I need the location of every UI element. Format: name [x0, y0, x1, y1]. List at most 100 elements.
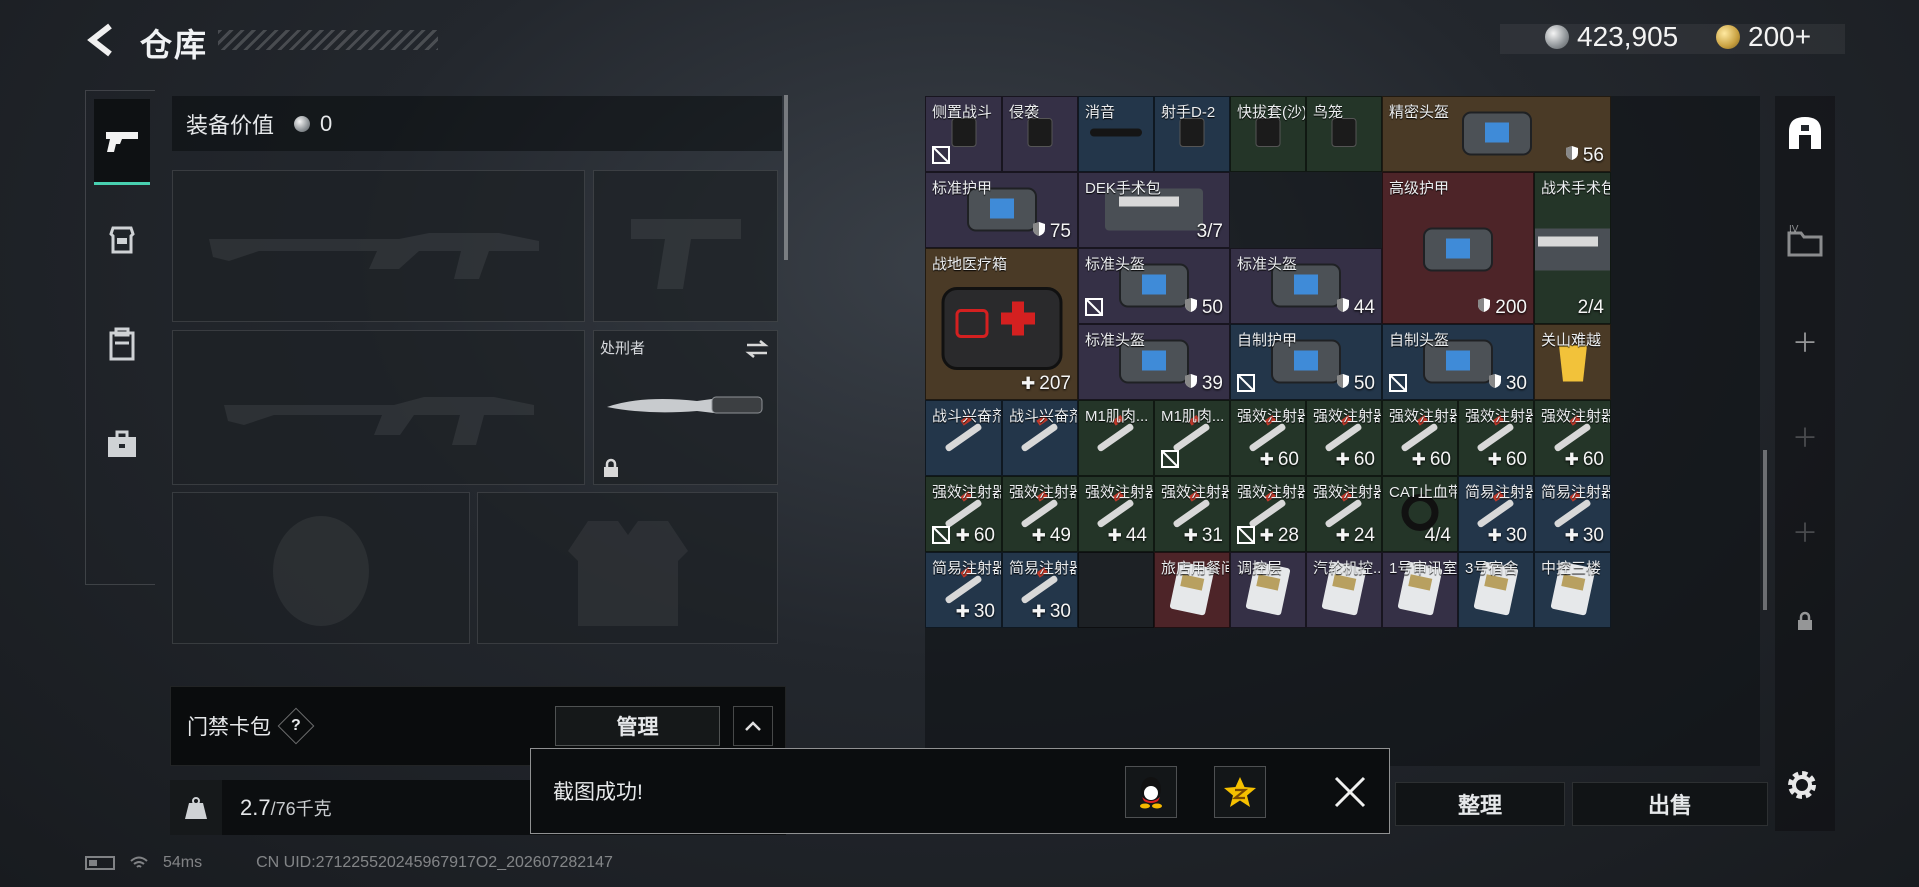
share-qq-button[interactable] — [1125, 766, 1177, 818]
stash-item[interactable]: 强效注射器 ✚ 28 — [1230, 476, 1306, 552]
stash-item[interactable]: 自制护甲 50 — [1230, 324, 1382, 400]
swap-arrows-icon[interactable] — [745, 339, 769, 359]
close-icon[interactable] — [1331, 773, 1369, 811]
user-uid: CN UID:271225520245967917O2_202607282147 — [256, 854, 613, 871]
stash-scrollbar[interactable] — [1763, 450, 1767, 610]
toast-message: 截图成功! — [553, 781, 643, 804]
stash-item[interactable]: 强效注射器 ✚ 49 — [1002, 476, 1078, 552]
item-count-value: 200 — [1495, 297, 1527, 318]
stash-item[interactable]: 简易注射器 ✚ 30 — [1458, 476, 1534, 552]
item-name: 汽轮机控... — [1313, 560, 1382, 577]
add-page-icon[interactable]: ＋ — [1775, 411, 1835, 461]
sell-button[interactable]: 出售 — [1572, 782, 1768, 826]
stash-item[interactable]: 简易注射器 ✚ 30 — [1002, 552, 1078, 628]
item-name: 简易注射器 — [1541, 484, 1611, 501]
item-count-value: 56 — [1582, 145, 1604, 166]
back-arrow-icon[interactable] — [84, 22, 120, 58]
equipment-value-bar: 装备价值 0 — [172, 96, 782, 151]
stash-item[interactable]: 简易注射器 ✚ 30 — [1534, 476, 1611, 552]
stash-item[interactable]: 侧置战斗 — [925, 96, 1002, 172]
heal-plus-icon: ✚ — [1183, 526, 1198, 545]
manage-button[interactable]: 管理 — [555, 706, 720, 746]
item-count: ✚ 49 — [1032, 525, 1071, 547]
stash-item[interactable]: M1肌肉... — [1154, 400, 1230, 476]
stash-item[interactable]: 标准头盔 39 — [1078, 324, 1230, 400]
armor-slot[interactable] — [477, 492, 778, 644]
helmet-slot[interactable] — [172, 492, 470, 644]
stash-item[interactable]: 战术手术包 2/4 — [1534, 172, 1611, 324]
sort-button[interactable]: 整理 — [1395, 782, 1565, 826]
stash-item[interactable]: DEK手术包 3/7 — [1078, 172, 1230, 248]
stash-item[interactable]: 汽轮机控... — [1306, 552, 1382, 628]
stash-item[interactable]: 关山难越 — [1534, 324, 1611, 400]
item-name: 强效注射器 — [1085, 484, 1154, 501]
stash-item[interactable]: 战斗兴奋剂 — [925, 400, 1002, 476]
tab-weapons[interactable] — [94, 99, 150, 185]
stash-item[interactable]: 3号宿舍 — [1458, 552, 1534, 628]
stash-item[interactable]: 强效注射器 ✚ 60 — [925, 476, 1002, 552]
stash-item[interactable]: 简易注射器 ✚ 30 — [925, 552, 1002, 628]
stash-item[interactable]: 标准护甲 75 — [925, 172, 1078, 248]
stash-page-4[interactable]: IV — [1775, 216, 1835, 266]
stash-item[interactable]: M1肌肉... — [1078, 400, 1154, 476]
item-count-value: 2/4 — [1577, 297, 1604, 318]
secondary-weapon-slot[interactable] — [172, 330, 585, 485]
tab-helmet[interactable] — [94, 196, 150, 282]
add-page-icon[interactable]: ＋ — [1775, 506, 1835, 556]
item-count: 50 — [1336, 373, 1375, 395]
item-name: 强效注射器 — [1313, 408, 1382, 425]
primary-weapon-slot[interactable] — [172, 170, 585, 322]
stash-item[interactable]: 战斗兴奋剂 — [1002, 400, 1078, 476]
item-name: 高级护甲 — [1389, 180, 1450, 197]
stash-grid: 侧置战斗 侵袭 消音 射手D-2 快拔套(沙) 鸟笼 精密头盔 56 标准护甲 75 DEK手术包 3… — [925, 96, 1760, 766]
stash-item[interactable]: 中控三楼 — [1534, 552, 1611, 628]
stash-item[interactable]: 高级护甲 200 — [1382, 172, 1534, 324]
stash-item[interactable]: 消音 — [1078, 96, 1154, 172]
loadout-scrollbar[interactable] — [784, 95, 788, 260]
chevron-up-icon — [745, 721, 761, 731]
stash-page-home[interactable] — [1775, 108, 1835, 158]
item-name: M1肌肉... — [1085, 408, 1149, 425]
stash-item[interactable]: 强效注射器 ✚ 60 — [1458, 400, 1534, 476]
heal-plus-icon: ✚ — [1259, 450, 1274, 469]
stash-item[interactable]: 强效注射器 ✚ 60 — [1382, 400, 1458, 476]
stash-item[interactable]: 射手D-2 — [1154, 96, 1230, 172]
no-insure-icon — [931, 525, 951, 545]
stash-item[interactable]: 战地医疗箱 ✚ 207 — [925, 248, 1078, 400]
sidearm-slot[interactable] — [593, 170, 778, 322]
loadout-category-tabs — [85, 90, 155, 585]
item-count-value: 30 — [1049, 601, 1071, 622]
gold-currency[interactable]: 200+ — [1716, 20, 1811, 54]
stash-item[interactable]: 精密头盔 56 — [1382, 96, 1611, 172]
locked-page[interactable] — [1775, 596, 1835, 646]
settings-gear-icon[interactable] — [1782, 765, 1822, 805]
add-page-icon[interactable]: ＋ — [1775, 316, 1835, 366]
stash-item[interactable]: 强效注射器 ✚ 60 — [1306, 400, 1382, 476]
stash-item[interactable]: 标准头盔 50 — [1078, 248, 1230, 324]
stash-item[interactable]: 强效注射器 ✚ 60 — [1230, 400, 1306, 476]
stash-item[interactable]: 强效注射器 ✚ 44 — [1078, 476, 1154, 552]
stash-item[interactable]: 1号审讯室 — [1382, 552, 1458, 628]
tab-case[interactable] — [94, 401, 150, 487]
collapse-button[interactable] — [733, 706, 773, 746]
stash-item[interactable]: 标准头盔 44 — [1230, 248, 1382, 324]
stash-item[interactable]: 侵袭 — [1002, 96, 1078, 172]
stash-item[interactable]: 快拔套(沙) — [1230, 96, 1306, 172]
stash-item[interactable]: 旅店用餐间 — [1154, 552, 1230, 628]
silver-currency[interactable]: 423,905 — [1545, 20, 1678, 54]
stash-item[interactable]: 鸟笼 — [1306, 96, 1382, 172]
item-count-value: 31 — [1201, 525, 1223, 546]
stash-item[interactable]: 自制头盔 30 — [1382, 324, 1534, 400]
tab-backpack[interactable] — [94, 301, 150, 387]
stash-item[interactable]: 强效注射器 ✚ 24 — [1306, 476, 1382, 552]
stash-item[interactable]: 强效注射器 ✚ 60 — [1534, 400, 1611, 476]
stash-item[interactable]: 调控层 — [1230, 552, 1306, 628]
melee-slot[interactable]: 处刑者 — [593, 330, 778, 485]
stash-item[interactable]: 强效注射器 ✚ 31 — [1154, 476, 1230, 552]
stash-item[interactable] — [1078, 552, 1154, 628]
item-name: 强效注射器 — [1465, 408, 1534, 425]
share-qzone-button[interactable] — [1214, 766, 1266, 818]
stash-item[interactable]: CAT止血带 4/4 — [1382, 476, 1458, 552]
item-name: 战术手术包 — [1541, 180, 1611, 197]
help-icon[interactable]: ? — [277, 707, 315, 745]
